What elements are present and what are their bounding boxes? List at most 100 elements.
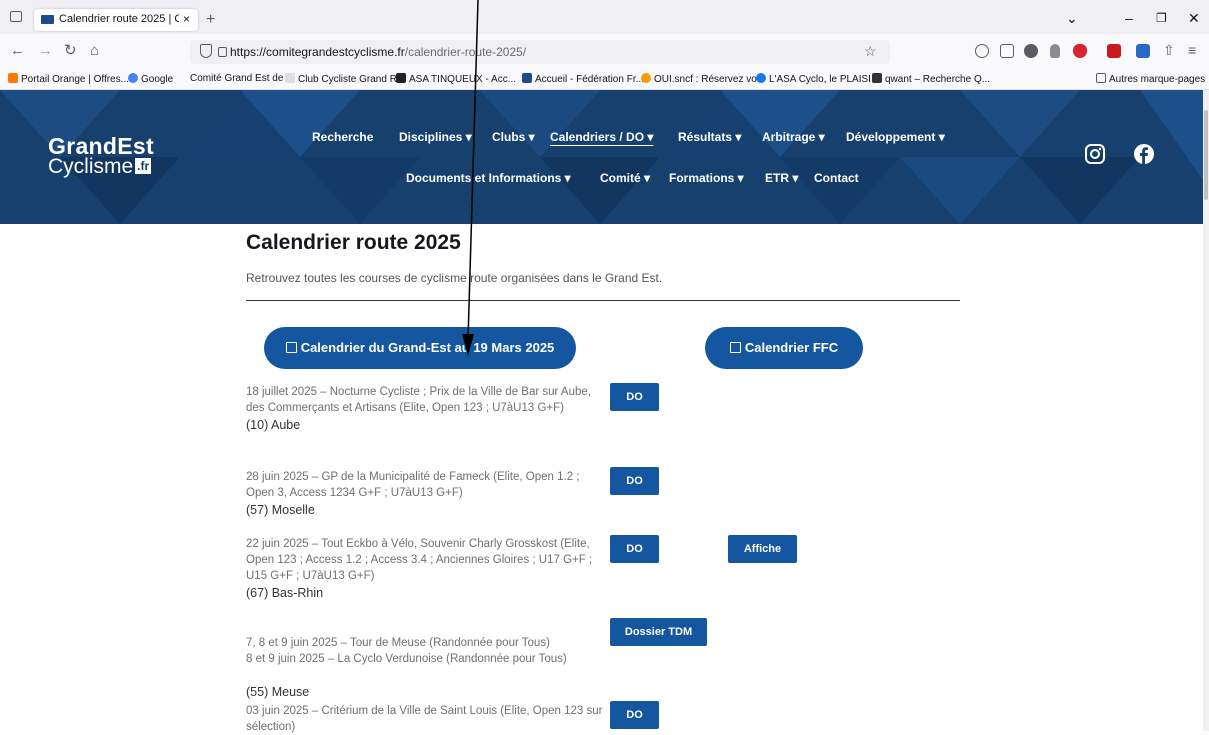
nav-etr[interactable]: ETR ▾	[765, 171, 798, 185]
calendrier-ffc-label: Calendrier FFC	[744, 340, 839, 355]
new-tab-button[interactable]: +	[206, 11, 215, 29]
extension-red-icon[interactable]	[1107, 44, 1121, 58]
logo-fr: .fr	[135, 158, 152, 174]
window-close-icon[interactable]: ✕	[1188, 10, 1200, 27]
bookmark-star-icon[interactable]: ☆	[864, 43, 877, 60]
page-scrollbar-thumb[interactable]	[1204, 110, 1208, 200]
facebook-icon[interactable]	[1133, 143, 1155, 165]
bookmark-label: OUI.sncf : Réservez vo...	[654, 74, 766, 85]
share-icon[interactable]: ⇧	[1163, 43, 1175, 58]
sncf-icon	[641, 73, 651, 83]
club-icon	[285, 73, 295, 83]
bookmark-item[interactable]: Accueil - Fédération Fr...	[522, 73, 644, 85]
bookmark-label: Accueil - Fédération Fr...	[535, 74, 644, 85]
event-item: 7, 8 et 9 juin 2025 – Tour de Meuse (Ran…	[246, 619, 606, 716]
tab-list-icon[interactable]	[10, 11, 22, 22]
event-text: 22 juin 2025 – Tout Eckbo à Vélo, Souven…	[246, 538, 593, 582]
bookmark-item[interactable]: Portail Orange | Offres...	[8, 73, 129, 85]
event-item: 22 juin 2025 – Tout Eckbo à Vélo, Souven…	[246, 536, 606, 601]
ffc-icon	[522, 73, 532, 83]
other-bookmarks[interactable]: Autres marque-pages	[1096, 73, 1205, 85]
bookmark-item[interactable]: ASA TINQUEUX - Acc...	[396, 73, 516, 85]
nav-developpement[interactable]: Développement ▾	[846, 130, 945, 144]
extension-m-icon[interactable]	[1024, 44, 1038, 58]
event-department: (57) Moselle	[246, 503, 315, 517]
do-button[interactable]: DO	[610, 467, 659, 495]
instagram-icon[interactable]	[1084, 143, 1106, 165]
event-text: 7, 8 et 9 juin 2025 – Tour de Meuse (Ran…	[246, 637, 567, 665]
asa-icon	[396, 73, 406, 83]
bookmark-label: L'ASA Cyclo, le PLAISI...	[769, 74, 880, 85]
folder-icon	[1096, 73, 1106, 83]
dossier-tdm-button[interactable]: Dossier TDM	[610, 618, 707, 646]
nav-contact[interactable]: Contact	[814, 171, 859, 185]
extension-blue-icon[interactable]	[1136, 44, 1150, 58]
restore-icon[interactable]: ❐	[1156, 11, 1167, 25]
browser-tab[interactable]: Calendrier route 2025 | Comité : ×	[34, 9, 198, 31]
calendrier-grand-est-label: Calendrier du Grand-Est au 19 Mars 2025	[300, 340, 555, 355]
facebook-icon	[756, 73, 766, 83]
nav-clubs[interactable]: Clubs ▾	[492, 130, 535, 144]
site-favicon-icon	[41, 15, 54, 24]
bookmark-label: qwant – Recherche Q...	[885, 74, 991, 85]
event-department: (10) Aube	[246, 418, 301, 432]
pocket-icon[interactable]	[975, 44, 989, 58]
logo-cyclisme-text: Cyclisme	[48, 155, 134, 178]
bookmark-item[interactable]: OUI.sncf : Réservez vo...	[641, 73, 765, 85]
back-arrow-icon[interactable]: ←	[10, 43, 25, 58]
forward-arrow-icon[interactable]: →	[38, 43, 53, 58]
qwant-icon	[872, 73, 882, 83]
header-pattern	[0, 90, 1203, 224]
nav-calendriers[interactable]: Calendriers / DO ▾	[550, 130, 653, 144]
event-item: 18 juillet 2025 – Nocturne Cycliste ; Pr…	[246, 384, 606, 433]
divider	[246, 300, 960, 301]
event-text: 28 juin 2025 – GP de la Municipalité de …	[246, 471, 580, 499]
event-department: (55) Meuse	[246, 685, 310, 699]
url-text[interactable]: https://comitegrandestcyclisme.fr/calend…	[230, 45, 526, 59]
nav-resultats[interactable]: Résultats ▾	[678, 130, 741, 144]
minimize-icon[interactable]: –	[1125, 10, 1133, 26]
do-button[interactable]: DO	[610, 383, 659, 411]
menu-icon[interactable]: ≡	[1188, 43, 1196, 58]
url-host: https://comitegrandestcyclisme.fr	[230, 45, 405, 59]
home-icon[interactable]: ⌂	[90, 43, 99, 58]
extension-shield-icon[interactable]	[1050, 44, 1060, 58]
bookmark-label: Portail Orange | Offres...	[21, 74, 130, 85]
nav-formations[interactable]: Formations ▾	[669, 171, 744, 185]
bookmark-label: ASA TINQUEUX - Acc...	[409, 74, 517, 85]
logo-cyclisme[interactable]: Cyclisme .fr	[48, 155, 152, 179]
chevron-down-icon[interactable]: ⌄	[1066, 10, 1078, 27]
tracking-shield-icon[interactable]	[200, 44, 212, 58]
calendrier-grand-est-button[interactable]: Calendrier du Grand-Est au 19 Mars 2025	[264, 327, 576, 369]
nav-comite[interactable]: Comité ▾	[600, 171, 650, 185]
url-path: /calendrier-route-2025/	[404, 45, 527, 59]
tab-close-icon[interactable]: ×	[183, 12, 190, 26]
bookmark-item[interactable]: L'ASA Cyclo, le PLAISI...	[756, 73, 879, 85]
affiche-button[interactable]: Affiche	[728, 535, 797, 563]
event-text: 18 juillet 2025 – Nocturne Cycliste ; Pr…	[246, 386, 591, 414]
page-subtitle: Retrouvez toutes les courses de cyclisme…	[246, 271, 663, 285]
bookmark-item[interactable]: Comité Grand Est de ...	[190, 73, 295, 84]
reload-icon[interactable]: ↻	[64, 43, 77, 58]
sidebar-icon[interactable]	[1000, 44, 1014, 58]
nav-arbitrage[interactable]: Arbitrage ▾	[762, 130, 825, 144]
bookmark-item[interactable]: qwant – Recherche Q...	[872, 73, 990, 85]
bookmark-item[interactable]: Google	[128, 73, 173, 85]
tab-title: Calendrier route 2025 | Comité :	[59, 13, 179, 25]
event-item: 28 juin 2025 – GP de la Municipalité de …	[246, 469, 606, 518]
calendrier-ffc-button[interactable]: Calendrier FFC	[705, 327, 863, 369]
nav-recherche[interactable]: Recherche	[312, 130, 373, 144]
nav-documents[interactable]: Documents et Informations ▾	[406, 171, 571, 185]
lock-icon[interactable]	[218, 47, 227, 57]
do-button[interactable]: DO	[610, 535, 659, 563]
do-button[interactable]: DO	[610, 701, 659, 729]
bookmark-label: Google	[141, 74, 174, 85]
event-department: (67) Bas-Rhin	[246, 586, 324, 600]
google-icon	[128, 73, 138, 83]
calendar-icon	[729, 342, 741, 353]
bookmark-label: Comité Grand Est de ...	[190, 73, 295, 84]
nav-disciplines[interactable]: Disciplines ▾	[399, 130, 472, 144]
site-header	[0, 90, 1203, 224]
ublock-icon[interactable]	[1073, 44, 1087, 58]
bookmark-item[interactable]: Club Cycliste Grand R...	[285, 73, 405, 85]
